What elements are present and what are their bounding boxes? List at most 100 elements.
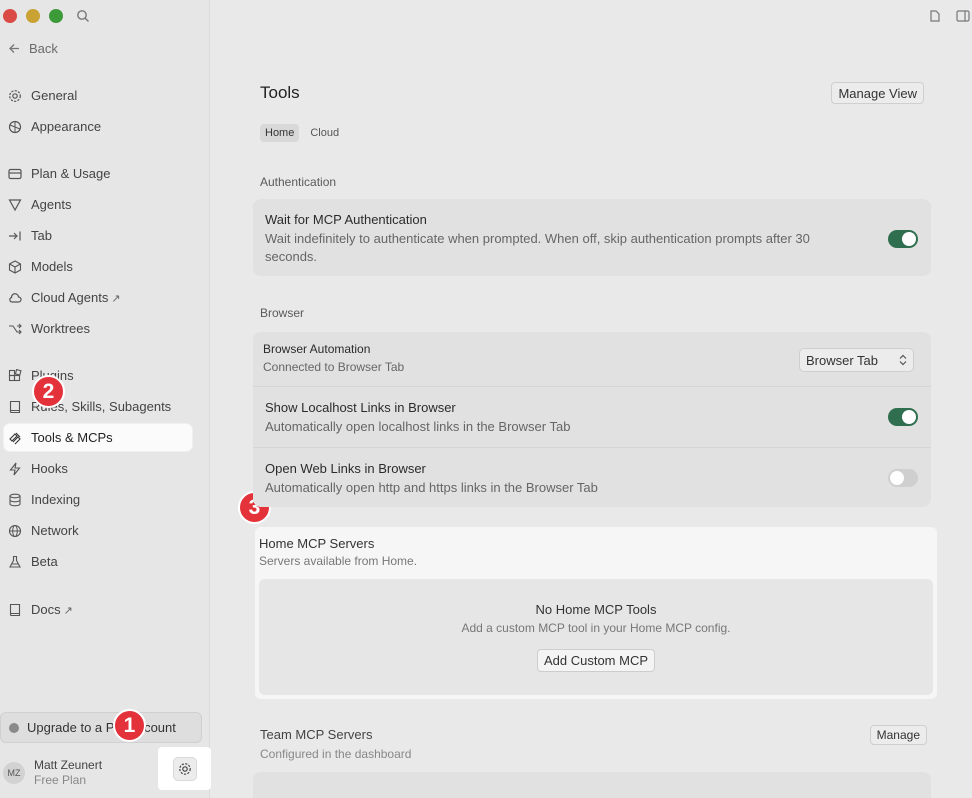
tab-home[interactable]: Home	[260, 124, 300, 142]
zoom-window-button[interactable]	[49, 9, 63, 23]
back-label: Back	[29, 41, 58, 56]
browser-card: Browser Automation Connected to Browser …	[253, 332, 931, 507]
globe-icon	[8, 524, 22, 538]
localhost-links-row: Show Localhost Links in Browser Automati…	[265, 400, 919, 436]
empty-state-desc: Add a custom MCP tool in your Home MCP c…	[461, 621, 731, 635]
cloud-icon	[8, 291, 22, 305]
sidebar-item-cloud-agents[interactable]: Cloud Agents ↗	[4, 284, 192, 311]
window-controls	[3, 9, 63, 23]
external-link-icon: ↗	[63, 605, 73, 617]
agents-icon	[8, 198, 22, 212]
sidebar-item-label: Appearance	[31, 119, 102, 134]
wait-auth-title: Wait for MCP Authentication	[265, 212, 427, 227]
add-custom-mcp-button[interactable]: Add Custom MCP	[536, 649, 656, 672]
sidebar-item-network[interactable]: Network	[4, 517, 192, 544]
annotation-badge-1: 1	[113, 709, 146, 742]
arrow-left-icon	[8, 42, 21, 55]
sidebar-item-beta[interactable]: Beta	[4, 548, 192, 575]
localhost-links-toggle[interactable]	[888, 408, 918, 426]
search-icon[interactable]	[76, 9, 90, 23]
localhost-links-title: Show Localhost Links in Browser	[265, 400, 456, 415]
browser-select-value: Browser Tab	[806, 352, 879, 368]
sidebar-item-label: Hooks	[31, 461, 68, 476]
sidebar-item-appearance[interactable]: Appearance	[4, 113, 192, 140]
sidebar-item-tools-mcps[interactable]: Tools & MCPs	[4, 424, 192, 451]
browser-automation-select[interactable]: Browser Tab	[799, 348, 914, 372]
team-mcp-subtitle: Configured in the dashboard	[260, 747, 412, 761]
web-links-toggle[interactable]	[888, 469, 918, 487]
docs-icon	[8, 603, 22, 617]
team-mcp-manage-button[interactable]: Manage	[869, 725, 927, 745]
user-plan: Free Plan	[34, 773, 87, 787]
cube-icon	[8, 259, 22, 274]
sidebar-item-label: Beta	[31, 554, 58, 569]
gear-icon	[178, 762, 192, 776]
sidebar-item-worktrees[interactable]: Worktrees	[4, 315, 192, 342]
flask-icon	[8, 555, 22, 569]
localhost-links-desc: Automatically open localhost links in th…	[265, 419, 571, 434]
book-icon	[8, 400, 22, 414]
branch-icon	[8, 322, 22, 336]
back-button[interactable]: Back	[8, 41, 58, 56]
sidebar-item-label: Tab	[31, 228, 52, 243]
sidebar-item-label: Cloud Agents	[31, 290, 109, 305]
plugin-icon	[8, 368, 22, 383]
tab-cloud[interactable]: Cloud	[305, 124, 344, 142]
upgrade-label: Upgrade to a Pro Account	[27, 720, 176, 735]
sidebar-item-label: Plan & Usage	[31, 166, 111, 181]
avatar: MZ	[3, 761, 25, 784]
upgrade-icon	[9, 722, 19, 733]
location-tabs: Home Cloud	[260, 124, 344, 142]
settings-highlight	[158, 747, 211, 790]
settings-button[interactable]	[172, 756, 197, 781]
sidebar: Back General Appearance Plan & Usage Age…	[0, 0, 211, 798]
sidebar-item-label: Models	[31, 259, 73, 274]
web-links-desc: Automatically open http and https links …	[265, 480, 598, 495]
home-mcp-title: Home MCP Servers	[259, 536, 375, 551]
wait-auth-toggle[interactable]	[888, 230, 918, 248]
sidebar-item-label: Worktrees	[31, 321, 90, 336]
authentication-card: Wait for MCP Authentication Wait indefin…	[253, 199, 931, 276]
sidebar-item-label: Tools & MCPs	[31, 430, 113, 445]
web-links-title: Open Web Links in Browser	[265, 461, 426, 476]
sidebar-item-agents[interactable]: Agents	[4, 191, 192, 218]
manage-view-button[interactable]: Manage View	[831, 82, 924, 104]
card-icon	[8, 167, 22, 181]
database-icon	[8, 493, 22, 507]
home-mcp-subtitle: Servers available from Home.	[259, 554, 418, 568]
minimize-window-button[interactable]	[26, 9, 40, 23]
gear-icon	[8, 89, 22, 103]
sidebar-item-indexing[interactable]: Indexing	[4, 486, 192, 513]
upgrade-button[interactable]: Upgrade to a Pro Account	[0, 712, 202, 743]
team-mcp-card	[253, 772, 931, 798]
page-title: Tools	[260, 83, 300, 102]
chevron-updown-icon	[899, 354, 907, 366]
browser-section-label: Browser	[260, 306, 305, 320]
user-name: Matt Zeunert	[34, 758, 103, 772]
authentication-section-label: Authentication	[260, 175, 337, 189]
home-mcp-empty-state: No Home MCP Tools Add a custom MCP tool …	[259, 579, 933, 695]
close-window-button[interactable]	[3, 9, 17, 23]
bolt-icon	[8, 462, 22, 476]
sidebar-item-plan-usage[interactable]: Plan & Usage	[4, 160, 192, 187]
sidebar-item-general[interactable]: General	[4, 82, 192, 109]
external-link-icon: ↗	[111, 293, 121, 305]
team-mcp-title: Team MCP Servers	[260, 727, 373, 742]
wait-auth-row: Wait for MCP Authentication Wait indefin…	[265, 212, 851, 266]
divider	[253, 386, 931, 387]
sidebar-item-docs[interactable]: Docs ↗	[4, 596, 192, 623]
palette-icon	[8, 120, 22, 134]
sidebar-item-label: Docs	[31, 602, 61, 617]
sidebar-item-models[interactable]: Models	[4, 253, 192, 280]
divider	[253, 447, 931, 448]
empty-state-title: No Home MCP Tools	[535, 602, 657, 617]
sidebar-item-tab[interactable]: Tab	[4, 222, 192, 249]
sidebar-item-hooks[interactable]: Hooks	[4, 455, 192, 482]
tab-arrow-icon	[8, 229, 22, 243]
wait-auth-desc: Wait indefinitely to authenticate when p…	[265, 231, 810, 264]
sidebar-item-label: Indexing	[31, 492, 81, 507]
user-profile[interactable]: MZ Matt Zeunert Free Plan	[3, 758, 102, 787]
annotation-badge-2: 2	[32, 375, 65, 408]
web-links-row: Open Web Links in Browser Automatically …	[265, 461, 919, 497]
tools-icon	[8, 431, 22, 445]
